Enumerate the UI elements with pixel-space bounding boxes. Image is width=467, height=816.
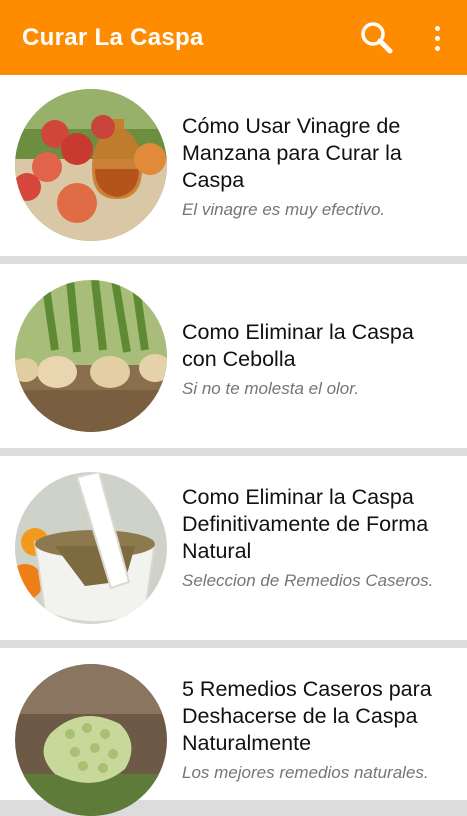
list-item[interactable]: Como Eliminar la Caspa con Cebolla Si no…	[0, 264, 467, 448]
article-subtitle: Los mejores remedios naturales.	[182, 763, 429, 782]
article-subtitle: Si no te molesta el olor.	[182, 379, 360, 398]
article-title: Cómo Usar Vinagre de Manzana para Curar …	[182, 114, 402, 192]
article-title: Como Eliminar la Caspa con Cebolla	[182, 320, 414, 371]
app-bar: Curar La Caspa	[0, 0, 467, 75]
noni-fruit-image	[15, 664, 167, 816]
article-subtitle: El vinagre es muy efectivo.	[182, 200, 386, 219]
list-item[interactable]: Cómo Usar Vinagre de Manzana para Curar …	[0, 75, 467, 256]
list-item[interactable]: Como Eliminar la Caspa Definitivamente d…	[0, 456, 467, 640]
list-item[interactable]: 5 Remedios Caseros para Deshacerse de la…	[0, 648, 467, 816]
article-title: 5 Remedios Caseros para Deshacerse de la…	[182, 677, 432, 755]
app-title: Curar La Caspa	[22, 24, 204, 51]
article-subtitle: Seleccion de Remedios Caseros.	[182, 571, 434, 590]
mortar-herbs-image	[15, 472, 167, 624]
more-vert-icon[interactable]	[424, 22, 450, 54]
article-title: Como Eliminar la Caspa Definitivamente d…	[182, 485, 429, 563]
apples-vinegar-image	[15, 89, 167, 241]
onions-image	[15, 280, 167, 432]
search-icon[interactable]	[356, 18, 400, 58]
